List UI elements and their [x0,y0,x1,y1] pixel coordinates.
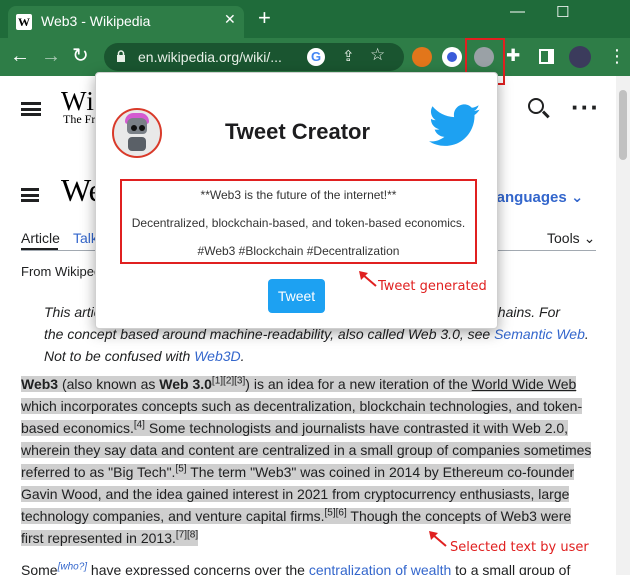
tools-label: Tools [547,230,580,246]
para-text: ) is an idea for a new iteration of the [245,376,472,392]
para-text: to a small group of [451,562,571,575]
citation[interactable]: [5] [175,463,186,474]
address-bar[interactable]: en.wikipedia.org/wiki/... G ⇪ ☆ [104,43,404,71]
metamask-icon[interactable] [412,47,432,67]
wikipedia-tagline: The Fr [63,112,96,126]
reload-button[interactable]: ↻ [72,46,89,66]
wikipedia-favicon-icon: W [16,14,32,30]
tab-article[interactable]: Article [21,230,60,246]
table-of-contents-icon[interactable] [21,188,39,202]
hatnote-line3: Not to be confused with [44,348,195,364]
twitter-bird-icon [429,104,481,146]
term-web3: Web3 [21,376,59,392]
new-tab-button[interactable]: + [258,7,271,29]
hatnote-punct: . [584,326,589,342]
hatnote-punct: . [240,348,245,364]
selected-paragraph[interactable]: Web3 (also known as Web 3.0[1][2][3]) is… [21,373,597,549]
url-text: en.wikipedia.org/wiki/... [138,49,282,65]
circle-extension-icon[interactable] [442,47,462,67]
search-icon[interactable] [528,98,544,114]
para-text: (also known as [58,376,160,392]
citation[interactable]: [5][6] [325,507,347,518]
side-panel-icon[interactable] [539,49,554,64]
para-text: Some [21,562,58,575]
main-menu-icon[interactable] [21,102,41,116]
tab-bar: W Web3 - Wikipedia ✕ + — ☐ [0,0,630,38]
citation[interactable]: [1][2][3] [212,375,245,386]
world-wide-web-link[interactable]: World Wide Web [472,376,577,392]
browser-toolbar: ← → ↻ en.wikipedia.org/wiki/... G ⇪ ☆ ✚ … [0,38,630,76]
tweet-generated-arrow-icon [359,271,377,287]
citation[interactable]: [4] [134,419,145,430]
tweet-line-1: **Web3 is the future of the internet!** [200,188,397,202]
maximize-button[interactable]: ☐ [556,3,569,21]
puzzle-icon[interactable]: ✚ [506,46,520,66]
minimize-button[interactable]: — [510,3,525,20]
tab-title: Web3 - Wikipedia [41,13,151,29]
tweet-line-2: Decentralized, blockchain-based, and tok… [131,216,466,230]
lock-icon [117,50,125,62]
scrollbar-thumb[interactable] [619,90,627,160]
selected-text-arrow-icon [429,531,447,547]
more-options-icon[interactable]: ··· [571,92,600,123]
web3d-link[interactable]: Web3D [194,348,240,364]
term-web30: Web 3.0 [159,376,212,392]
generated-tweet-box: **Web3 is the future of the internet!** … [120,179,477,264]
tab-close-icon[interactable]: ✕ [224,11,236,28]
hatnote-start: This artic [44,304,101,320]
browser-tab[interactable]: W Web3 - Wikipedia ✕ [8,6,244,38]
bookmark-star-icon[interactable]: ☆ [370,45,385,65]
back-button[interactable]: ← [10,46,30,66]
para-text: have expressed concerns over the [87,562,309,575]
share-icon[interactable]: ⇪ [342,47,355,65]
tweet-button[interactable]: Tweet [268,279,325,313]
profile-avatar[interactable] [569,46,591,68]
tweet-generated-label: Tweet generated [378,279,487,294]
next-paragraph: Some[who?] have expressed concerns over … [21,559,597,575]
selected-text-label: Selected text by user [450,540,589,555]
chrome-menu-icon[interactable]: ⋮ [608,46,626,66]
citation[interactable]: [7][8] [176,529,198,540]
semantic-web-link[interactable]: Semantic Web [494,326,585,342]
google-icon[interactable]: G [307,48,325,66]
page-scrollbar[interactable] [616,76,630,575]
tools-dropdown[interactable]: Tools ⌄ [547,230,595,247]
from-wikipedia-text: From Wikiped [21,264,102,279]
tweet-line-3: #Web3 #Blockchain #Decentralization [197,244,400,258]
forward-button[interactable]: → [41,46,61,66]
centralization-link[interactable]: centralization of wealth [309,562,451,575]
who-tag[interactable]: [who?] [58,561,87,572]
